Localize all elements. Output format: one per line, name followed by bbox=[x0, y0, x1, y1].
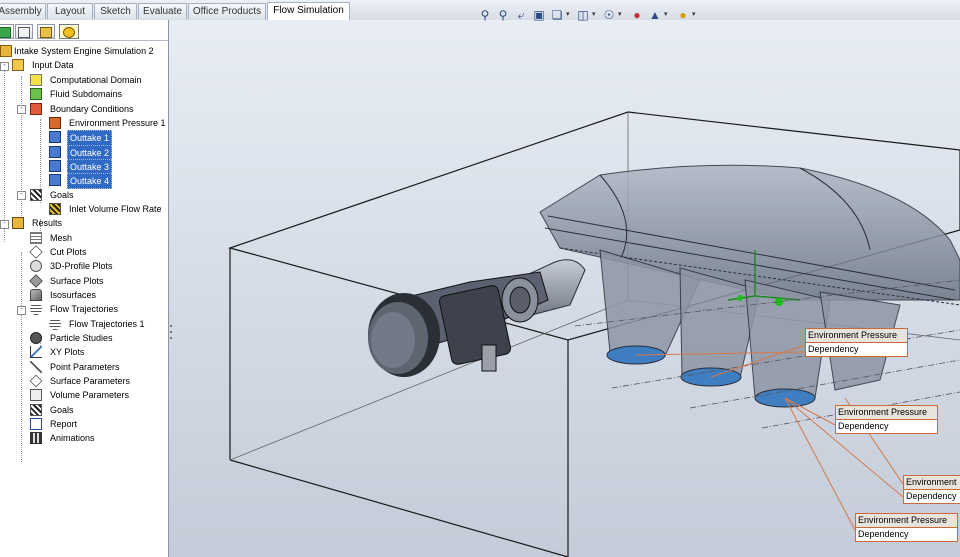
tree-results-goals[interactable]: Goals bbox=[30, 403, 168, 417]
tree-boundary-conditions[interactable]: Boundary Conditions bbox=[30, 102, 168, 116]
air-filter-cap bbox=[368, 293, 440, 377]
expand-flow-trajectories-icon[interactable]: - bbox=[17, 306, 26, 315]
panel-splitter-handle[interactable] bbox=[168, 320, 174, 344]
tree-surface-parameters[interactable]: Surface Parameters bbox=[29, 374, 168, 388]
particle-study-icon bbox=[30, 332, 42, 344]
checkered-flag-icon bbox=[30, 189, 42, 201]
environment-pressure-callout-2[interactable]: Environment Pressure Dependency bbox=[835, 405, 938, 434]
checkered-flag-icon bbox=[30, 404, 42, 416]
boundary-condition-icon bbox=[49, 131, 61, 143]
expand-input-data-icon[interactable]: - bbox=[0, 62, 9, 71]
tree-root[interactable]: Intake System Engine Simulation 2 bbox=[0, 44, 168, 58]
edit-appearance-icon[interactable]: ● bbox=[630, 8, 644, 22]
tree-particle-studies[interactable]: Particle Studies bbox=[30, 331, 168, 345]
tab-sketch[interactable]: Sketch bbox=[94, 3, 137, 19]
model-scene bbox=[227, 111, 960, 557]
configuration-manager-tab[interactable] bbox=[37, 24, 55, 39]
fluid-subdomain-icon bbox=[30, 88, 42, 100]
tree-input-data[interactable]: Input Data bbox=[12, 58, 162, 72]
tree-3d-profile-plots[interactable]: 3D-Profile Plots bbox=[30, 259, 168, 273]
tree-volume-parameters[interactable]: Volume Parameters bbox=[30, 388, 168, 402]
tree-goals[interactable]: Goals bbox=[30, 188, 168, 202]
view-settings-icon[interactable]: ● bbox=[676, 8, 690, 22]
flow-trajectories-icon bbox=[49, 318, 61, 330]
tab-assembly[interactable]: Assembly bbox=[0, 3, 46, 19]
surface-plot-icon bbox=[29, 274, 43, 288]
tree-outtake-3[interactable]: Outtake 3 bbox=[49, 159, 168, 175]
previous-view-icon[interactable]: ⤶ bbox=[514, 8, 528, 22]
point-parameters-icon bbox=[30, 361, 42, 373]
folder-icon bbox=[12, 59, 24, 71]
boundary-conditions-icon bbox=[30, 103, 42, 115]
tree-animations[interactable]: Animations bbox=[30, 431, 168, 445]
view-settings-dropdown-icon[interactable]: ▾ bbox=[692, 10, 696, 18]
expand-results-icon[interactable]: - bbox=[0, 220, 9, 229]
profile-plot-icon bbox=[30, 260, 42, 272]
tree-xy-plots[interactable]: XY Plots bbox=[30, 345, 168, 359]
volume-parameters-icon bbox=[30, 389, 42, 401]
tree-outtake-2[interactable]: Outtake 2 bbox=[49, 145, 168, 161]
tree-flow-trajectories-1[interactable]: Flow Trajectories 1 bbox=[49, 317, 168, 331]
project-icon bbox=[0, 45, 12, 57]
boundary-condition-icon bbox=[49, 146, 61, 158]
section-view-icon[interactable]: ▣ bbox=[532, 8, 546, 22]
flow-trajectories-icon bbox=[30, 303, 42, 315]
hide-show-icon[interactable]: ☉ bbox=[602, 8, 616, 22]
environment-pressure-callout-1[interactable]: Environment Pressure Dependency bbox=[805, 328, 908, 357]
expand-goals-icon[interactable]: - bbox=[17, 191, 26, 200]
tab-layout[interactable]: Layout bbox=[47, 3, 93, 19]
tab-office-products[interactable]: Office Products bbox=[188, 3, 266, 19]
tree-report[interactable]: Report bbox=[30, 417, 168, 431]
tab-evaluate[interactable]: Evaluate bbox=[138, 3, 187, 19]
tab-flow-simulation[interactable]: Flow Simulation bbox=[267, 2, 350, 21]
tree-flow-trajectories[interactable]: Flow Trajectories bbox=[30, 302, 168, 316]
tree-cut-plots[interactable]: Cut Plots bbox=[29, 245, 168, 259]
feature-manager-tab[interactable] bbox=[0, 24, 14, 39]
xy-plot-icon bbox=[30, 346, 42, 358]
tree-isosurfaces[interactable]: Isosurfaces bbox=[30, 288, 168, 302]
boundary-condition-icon bbox=[49, 160, 61, 172]
isosurface-icon bbox=[30, 289, 42, 301]
tree-inlet-volume-flow-rate[interactable]: Inlet Volume Flow Rate bbox=[49, 202, 168, 216]
display-style-dropdown-icon[interactable]: ▾ bbox=[592, 10, 596, 18]
goal-icon bbox=[49, 203, 61, 215]
environment-pressure-callout-3[interactable]: Environment Dependency bbox=[903, 475, 960, 504]
zoom-to-fit-icon[interactable]: ⚲ bbox=[478, 8, 492, 22]
view-orientation-dropdown-icon[interactable]: ▾ bbox=[566, 10, 570, 18]
feature-manager-panel: Intake System Engine Simulation 2 - Inpu… bbox=[0, 20, 169, 557]
display-style-icon[interactable]: ◫ bbox=[576, 8, 590, 22]
tree-point-parameters[interactable]: Point Parameters bbox=[30, 360, 168, 374]
boundary-condition-icon bbox=[49, 117, 61, 129]
tree-environment-pressure-1[interactable]: Environment Pressure 1 bbox=[49, 116, 168, 130]
film-strip-icon bbox=[30, 432, 42, 444]
graphics-area[interactable]: Environment Pressure Dependency Environm… bbox=[169, 20, 960, 557]
computational-domain-icon bbox=[30, 74, 42, 86]
apply-scene-dropdown-icon[interactable]: ▾ bbox=[664, 10, 668, 18]
zoom-area-icon[interactable]: ⚲ bbox=[496, 8, 510, 22]
hide-show-dropdown-icon[interactable]: ▾ bbox=[618, 10, 622, 18]
environment-pressure-callout-4[interactable]: Environment Pressure Dependency bbox=[855, 513, 958, 542]
surface-parameters-icon bbox=[29, 374, 43, 388]
intake-manifold bbox=[504, 164, 960, 408]
mesh-icon bbox=[30, 232, 42, 244]
tree-outtake-4[interactable]: Outtake 4 bbox=[49, 173, 168, 189]
tree-results[interactable]: Results bbox=[12, 216, 162, 230]
tree-surface-plots[interactable]: Surface Plots bbox=[29, 274, 168, 288]
results-icon bbox=[12, 217, 24, 229]
word-report-icon bbox=[30, 418, 42, 430]
tree-mesh[interactable]: Mesh bbox=[30, 231, 168, 245]
apply-scene-icon[interactable]: ▲ bbox=[648, 8, 662, 22]
property-manager-tab[interactable] bbox=[15, 24, 33, 39]
cut-plot-icon bbox=[29, 245, 43, 259]
tree-outtake-1[interactable]: Outtake 1 bbox=[49, 130, 168, 146]
flow-simulation-analysis-tab[interactable] bbox=[59, 24, 79, 39]
view-orientation-icon[interactable]: ❏ bbox=[550, 8, 564, 22]
tree-computational-domain[interactable]: Computational Domain bbox=[30, 73, 168, 87]
tree-fluid-subdomains[interactable]: Fluid Subdomains bbox=[30, 87, 168, 101]
expand-boundary-conditions-icon[interactable]: - bbox=[17, 105, 26, 114]
boundary-condition-icon bbox=[49, 174, 61, 186]
panel-tabs bbox=[0, 22, 168, 41]
